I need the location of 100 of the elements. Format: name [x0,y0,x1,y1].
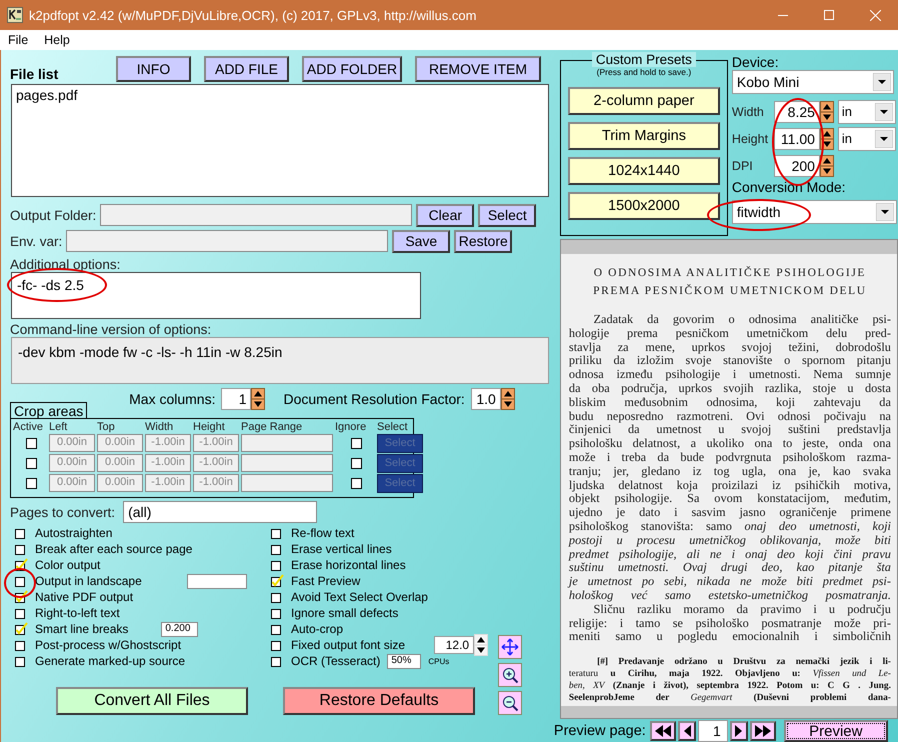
checkbox[interactable] [14,654,28,668]
checkbox[interactable] [14,606,28,620]
additional-options-field[interactable]: -fc- -ds 2.5 [11,272,421,319]
value-field[interactable]: 50% [387,654,422,668]
option-label: Autostraighten [35,526,112,540]
checkbox[interactable] [350,478,362,488]
device-dropdown[interactable]: Kobo Mini [732,70,894,94]
command-line-label: Command-line version of options: [10,322,212,337]
folder-button[interactable]: Select [478,204,536,226]
toolbar-button[interactable]: ADD FOLDER [302,56,402,82]
checkbox[interactable] [270,542,284,556]
checkbox[interactable] [14,542,28,556]
dimension-field[interactable]: 200 [774,154,820,176]
dropdown-arrow-icon[interactable] [874,102,893,120]
checkbox[interactable] [350,438,362,448]
max-columns-field[interactable]: 1 [221,388,252,410]
file-list-label: File list [10,66,60,82]
option-label: Smart line breaks [35,622,128,636]
checkbox[interactable] [270,590,284,604]
page-range-field[interactable] [241,454,333,472]
checkbox[interactable] [270,638,284,652]
preset-button[interactable]: 1500x2000 [568,192,720,220]
first-page-icon[interactable] [650,721,676,741]
zoom-in-icon[interactable] [498,663,522,687]
preview-page-label: Preview page: [554,723,646,739]
checkbox[interactable] [14,526,28,540]
preset-button[interactable]: 2-column paper [568,87,720,115]
menu-item[interactable]: File [8,33,28,47]
checkbox[interactable] [270,654,284,668]
option-label: Erase vertical lines [291,542,392,556]
column-header: Active [13,421,44,433]
value-field[interactable]: 0.200 [161,622,198,636]
env-button[interactable]: Save [392,230,450,252]
dropdown-arrow-icon[interactable] [876,203,894,221]
spinner-arrows-icon[interactable] [251,388,266,410]
spinner-arrows-icon[interactable] [820,154,834,176]
action-button[interactable]: Convert All Files [56,687,248,715]
column-header: Left [49,421,68,433]
presets-title: Custom Presets [592,52,696,67]
option-label: Erase horizontal lines [291,558,406,572]
pages-field[interactable]: (all) [123,501,318,523]
value-field[interactable] [186,574,247,588]
output-folder-field[interactable] [100,204,412,226]
page-range-field[interactable] [241,474,333,492]
page-range-field[interactable] [241,434,333,452]
spinner-arrows-icon[interactable] [500,388,515,410]
preview-button[interactable]: Preview [784,720,888,742]
move-icon[interactable] [498,635,522,659]
checkbox[interactable] [26,438,36,448]
unit-dropdown[interactable]: in [838,126,896,150]
option-label: Fixed output font size [291,638,406,652]
folder-button[interactable]: Clear [416,204,474,226]
checkbox[interactable] [26,478,36,488]
dimension-field[interactable]: 11.00 [774,128,820,150]
spinner-arrows-icon[interactable] [474,634,488,656]
zoom-out-icon[interactable] [498,691,522,715]
dimension-field[interactable]: 8.25 [774,100,820,122]
page-number-field[interactable]: 1 [698,720,728,742]
file-list-item[interactable]: pages.pdf [16,87,544,103]
checkbox[interactable] [270,558,284,572]
checkbox[interactable] [26,458,36,468]
toolbar-button[interactable]: INFO [116,56,191,82]
preset-button[interactable]: 1024x1440 [568,157,720,185]
last-page-icon[interactable] [750,721,776,741]
pages-label: Pages to convert: [10,504,116,520]
unit-dropdown[interactable]: in [838,100,896,124]
env-button[interactable]: Restore [454,230,512,252]
checkbox[interactable] [350,458,362,468]
action-button[interactable]: Restore Defaults [283,687,475,715]
presets-hint: (Press and hold to save.) [596,67,692,77]
resolution-factor-field[interactable]: 1.0 [470,388,501,410]
column-header: Page Range [241,421,304,433]
checkbox[interactable] [270,526,284,540]
menu-item[interactable]: Help [44,33,70,47]
checkbox[interactable] [14,574,28,588]
dropdown-arrow-icon[interactable] [874,130,893,148]
window-title: k2pdfopt v2.42 (w/MuPDF,DjVuLibre,OCR), (c) 2017, GPLv3, http://willus.com [29,8,478,22]
option-label: Native PDF output [35,590,134,604]
additional-options-label: Additional options: [10,257,122,272]
toolbar-button[interactable]: ADD FILE [204,56,289,82]
option-label: Right-to-left text [35,606,120,620]
dropdown-arrow-icon[interactable] [872,73,891,91]
next-page-icon[interactable] [730,721,748,741]
previous-page-icon[interactable] [678,721,696,741]
app-icon [7,7,23,23]
file-list[interactable]: pages.pdf [11,84,549,197]
font-size-field[interactable]: 12.0 [434,636,474,654]
toolbar-button[interactable]: REMOVE ITEM [415,56,541,82]
checkbox[interactable] [14,638,28,652]
max-columns-label: Max columns: [129,391,216,407]
command-line-field: -dev kbm -mode fw -c -ls- -h 11in -w 8.25in [11,337,549,384]
device-label: Device: [732,54,780,70]
spinner-arrows-icon[interactable] [820,100,834,122]
preset-button[interactable]: Trim Margins [568,122,720,150]
env-var-label: Env. var: [10,234,62,248]
checkbox[interactable] [270,606,284,620]
checkbox[interactable] [270,622,284,636]
conversion-mode-dropdown[interactable]: fitwidth [732,200,897,224]
env-var-field[interactable] [66,230,388,252]
column-header: Height [193,421,226,433]
